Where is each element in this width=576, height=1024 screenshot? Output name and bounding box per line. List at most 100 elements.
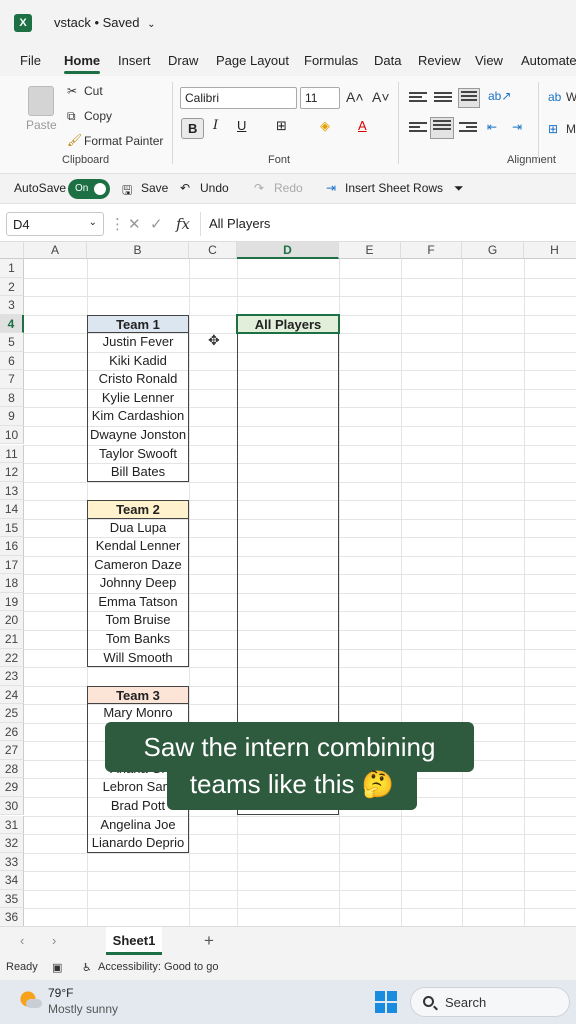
column-header-f[interactable]: F <box>401 242 462 259</box>
orientation-icon[interactable]: ab↗ <box>488 89 511 103</box>
tab-draw[interactable]: Draw <box>168 53 198 68</box>
player-cell[interactable]: Mary Monro <box>87 704 189 723</box>
row-header-2[interactable]: 2 <box>0 277 24 297</box>
redo-icon[interactable]: ↷ <box>254 181 264 195</box>
player-cell[interactable]: Cristo Ronald <box>87 370 189 389</box>
name-box[interactable]: D4 ⌄ <box>6 212 104 236</box>
align-middle-icon[interactable] <box>434 92 452 106</box>
increase-indent-icon[interactable]: ⇥ <box>512 120 522 134</box>
borders-icon[interactable]: ⊞ <box>276 118 287 134</box>
player-cell[interactable]: Kim Cardashion <box>87 407 189 426</box>
row-header-32[interactable]: 32 <box>0 834 24 853</box>
wrap-text-icon[interactable]: ab <box>548 90 561 104</box>
row-header-19[interactable]: 19 <box>0 592 24 612</box>
accessibility-status[interactable]: Accessibility: Good to go <box>98 961 218 973</box>
row-header-6[interactable]: 6 <box>0 351 24 371</box>
row-header-13[interactable]: 13 <box>0 481 24 501</box>
tab-page-layout[interactable]: Page Layout <box>216 53 289 68</box>
player-cell[interactable]: Cameron Daze <box>87 556 189 575</box>
cut-button[interactable]: Cut <box>84 84 103 98</box>
increase-font-icon[interactable]: A˄ <box>346 89 364 105</box>
column-header-a[interactable]: A <box>24 242 87 259</box>
customize-qat-icon[interactable]: ⏷ <box>454 181 464 196</box>
row-header-26[interactable]: 26 <box>0 722 24 742</box>
temperature[interactable]: 79°F <box>48 986 73 1000</box>
row-header-1[interactable]: 1 <box>0 259 24 278</box>
align-bottom-icon[interactable] <box>458 88 480 108</box>
player-cell[interactable]: Justin Fever <box>87 333 189 352</box>
column-header-e[interactable]: E <box>339 242 401 259</box>
tab-formulas[interactable]: Formulas <box>304 53 358 68</box>
player-cell[interactable]: Bill Bates <box>87 463 189 482</box>
underline-button[interactable]: U <box>237 118 246 133</box>
player-cell[interactable]: Will Smooth <box>87 649 189 668</box>
weather-icon[interactable] <box>20 990 42 1010</box>
formula-input[interactable]: All Players <box>200 212 570 236</box>
format-painter-button[interactable]: Format Painter <box>84 134 163 148</box>
cancel-icon[interactable]: ✕ <box>128 215 141 233</box>
cut-icon[interactable]: ✂ <box>67 84 77 98</box>
player-cell[interactable]: Dua Lupa <box>87 519 189 538</box>
column-header-g[interactable]: G <box>462 242 524 259</box>
paste-button[interactable]: Paste <box>26 118 57 132</box>
prev-sheet-icon[interactable]: ‹ <box>20 933 24 948</box>
row-header-16[interactable]: 16 <box>0 537 24 556</box>
align-center-icon[interactable] <box>430 117 454 139</box>
fill-color-icon[interactable]: ◈ <box>320 118 330 134</box>
player-cell[interactable]: Tom Banks <box>87 630 189 649</box>
autosave-toggle[interactable]: On <box>68 179 110 199</box>
next-sheet-icon[interactable]: › <box>52 933 56 948</box>
column-header-h[interactable]: H <box>524 242 576 259</box>
row-header-15[interactable]: 15 <box>0 518 24 538</box>
align-top-icon[interactable] <box>409 92 427 106</box>
row-header-36[interactable]: 36 <box>0 908 24 926</box>
player-cell[interactable]: Dwayne Jonston <box>87 426 189 445</box>
undo-button[interactable]: Undo <box>200 181 229 195</box>
team-header[interactable]: Team 1 <box>87 314 189 334</box>
row-header-8[interactable]: 8 <box>0 388 24 408</box>
font-name-select[interactable]: Calibri <box>180 87 297 109</box>
row-header-5[interactable]: 5 <box>0 333 24 352</box>
tab-review[interactable]: Review <box>418 53 461 68</box>
insert-function-icon[interactable]: fx <box>176 215 190 233</box>
player-cell[interactable]: Johnny Deep <box>87 574 189 593</box>
row-header-25[interactable]: 25 <box>0 704 24 723</box>
row-header-28[interactable]: 28 <box>0 759 24 779</box>
row-header-14[interactable]: 14 <box>0 500 24 519</box>
worksheet-grid[interactable]: A B C D E F G H 1 2 3 4 5 6 7 8 9 10 11 12 13 14 15 16 17 18 19 20 2… <box>0 242 576 926</box>
copy-icon[interactable]: ⧉ <box>67 109 76 124</box>
undo-icon[interactable]: ↶ <box>180 181 190 195</box>
tab-view[interactable]: View <box>475 53 503 68</box>
player-cell[interactable]: Emma Tatson <box>87 593 189 612</box>
font-color-icon[interactable]: A <box>358 118 367 133</box>
player-cell[interactable]: Tom Bruise <box>87 611 189 630</box>
wrap-text-button[interactable]: W <box>566 90 576 104</box>
row-header-35[interactable]: 35 <box>0 889 24 909</box>
document-title[interactable]: vstack • Saved ⌄ <box>54 15 156 30</box>
select-all-corner[interactable] <box>0 242 24 259</box>
insert-sheet-rows-button[interactable]: Insert Sheet Rows <box>345 181 443 195</box>
row-header-17[interactable]: 17 <box>0 555 24 575</box>
row-header-24[interactable]: 24 <box>0 685 24 705</box>
tab-home[interactable]: Home <box>64 53 100 68</box>
macro-icon[interactable]: ▣ <box>52 961 62 974</box>
tab-file[interactable]: File <box>20 53 41 68</box>
row-header-20[interactable]: 20 <box>0 611 24 630</box>
format-painter-icon[interactable]: 🖌 <box>67 133 82 147</box>
row-header-27[interactable]: 27 <box>0 741 24 760</box>
windows-start-icon[interactable] <box>375 991 397 1013</box>
column-header-b[interactable]: B <box>87 242 189 259</box>
player-cell[interactable]: Kylie Lenner <box>87 389 189 408</box>
column-header-c[interactable]: C <box>189 242 237 259</box>
selected-cell-d4[interactable] <box>236 313 340 335</box>
accessibility-icon[interactable]: ♿ <box>82 961 92 974</box>
row-header-18[interactable]: 18 <box>0 574 24 593</box>
column-header-d[interactable]: D <box>237 242 339 259</box>
tab-data[interactable]: Data <box>374 53 401 68</box>
taskbar-search[interactable]: Search <box>410 987 570 1017</box>
align-right-icon[interactable] <box>459 122 477 136</box>
row-header-34[interactable]: 34 <box>0 871 24 890</box>
row-header-23[interactable]: 23 <box>0 667 24 686</box>
player-cell[interactable]: Kiki Kadid <box>87 352 189 371</box>
row-header-33[interactable]: 33 <box>0 852 24 872</box>
